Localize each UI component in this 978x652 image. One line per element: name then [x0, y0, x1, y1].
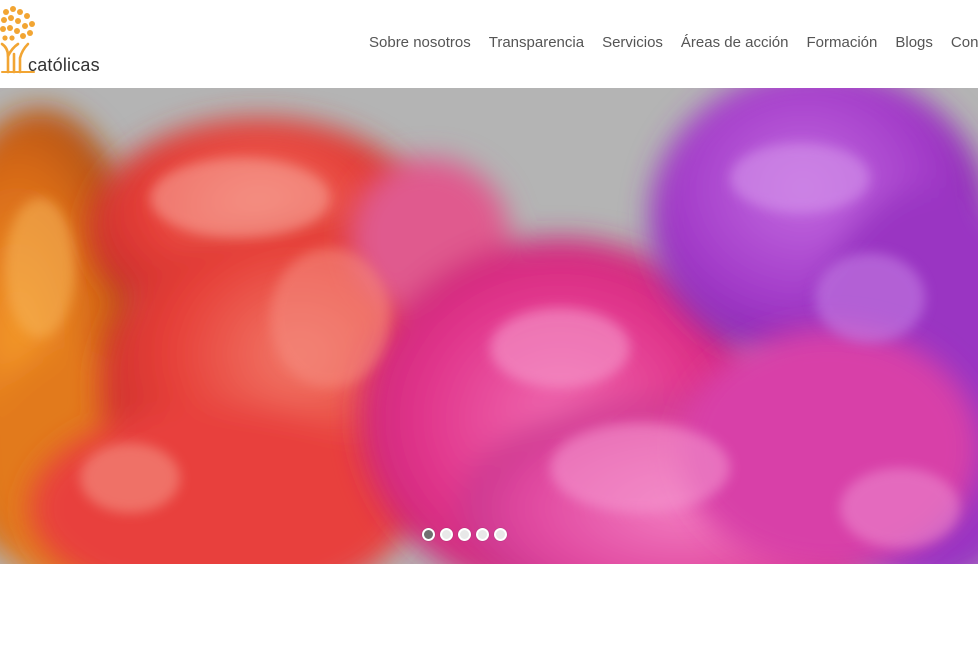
slide-dot-4[interactable] [476, 528, 489, 541]
nav-item-sobre-nosotros[interactable]: Sobre nosotros [369, 34, 471, 51]
slide-dot-5[interactable] [494, 528, 507, 541]
nav-item-servicios[interactable]: Servicios [602, 34, 663, 51]
hero-image-ink-clouds [0, 88, 978, 564]
main-nav: Sobre nosotros Transparencia Servicios Á… [369, 34, 978, 51]
logo-wordmark: católicas [28, 55, 100, 75]
site-logo[interactable]: católicas [0, 0, 110, 88]
slide-dot-2[interactable] [440, 528, 453, 541]
hero-slider [0, 88, 978, 564]
nav-item-areas-de-accion[interactable]: Áreas de acción [681, 34, 789, 51]
nav-item-transparencia[interactable]: Transparencia [489, 34, 584, 51]
site-header: católicas Sobre nosotros Transparencia S… [0, 0, 978, 88]
nav-item-formacion[interactable]: Formación [807, 34, 878, 51]
slide-dot-3[interactable] [458, 528, 471, 541]
nav-item-congregaciones[interactable]: Cong [951, 34, 978, 51]
slider-pagination [422, 528, 512, 541]
slide-dot-1[interactable] [422, 528, 435, 541]
nav-item-blogs[interactable]: Blogs [895, 34, 933, 51]
